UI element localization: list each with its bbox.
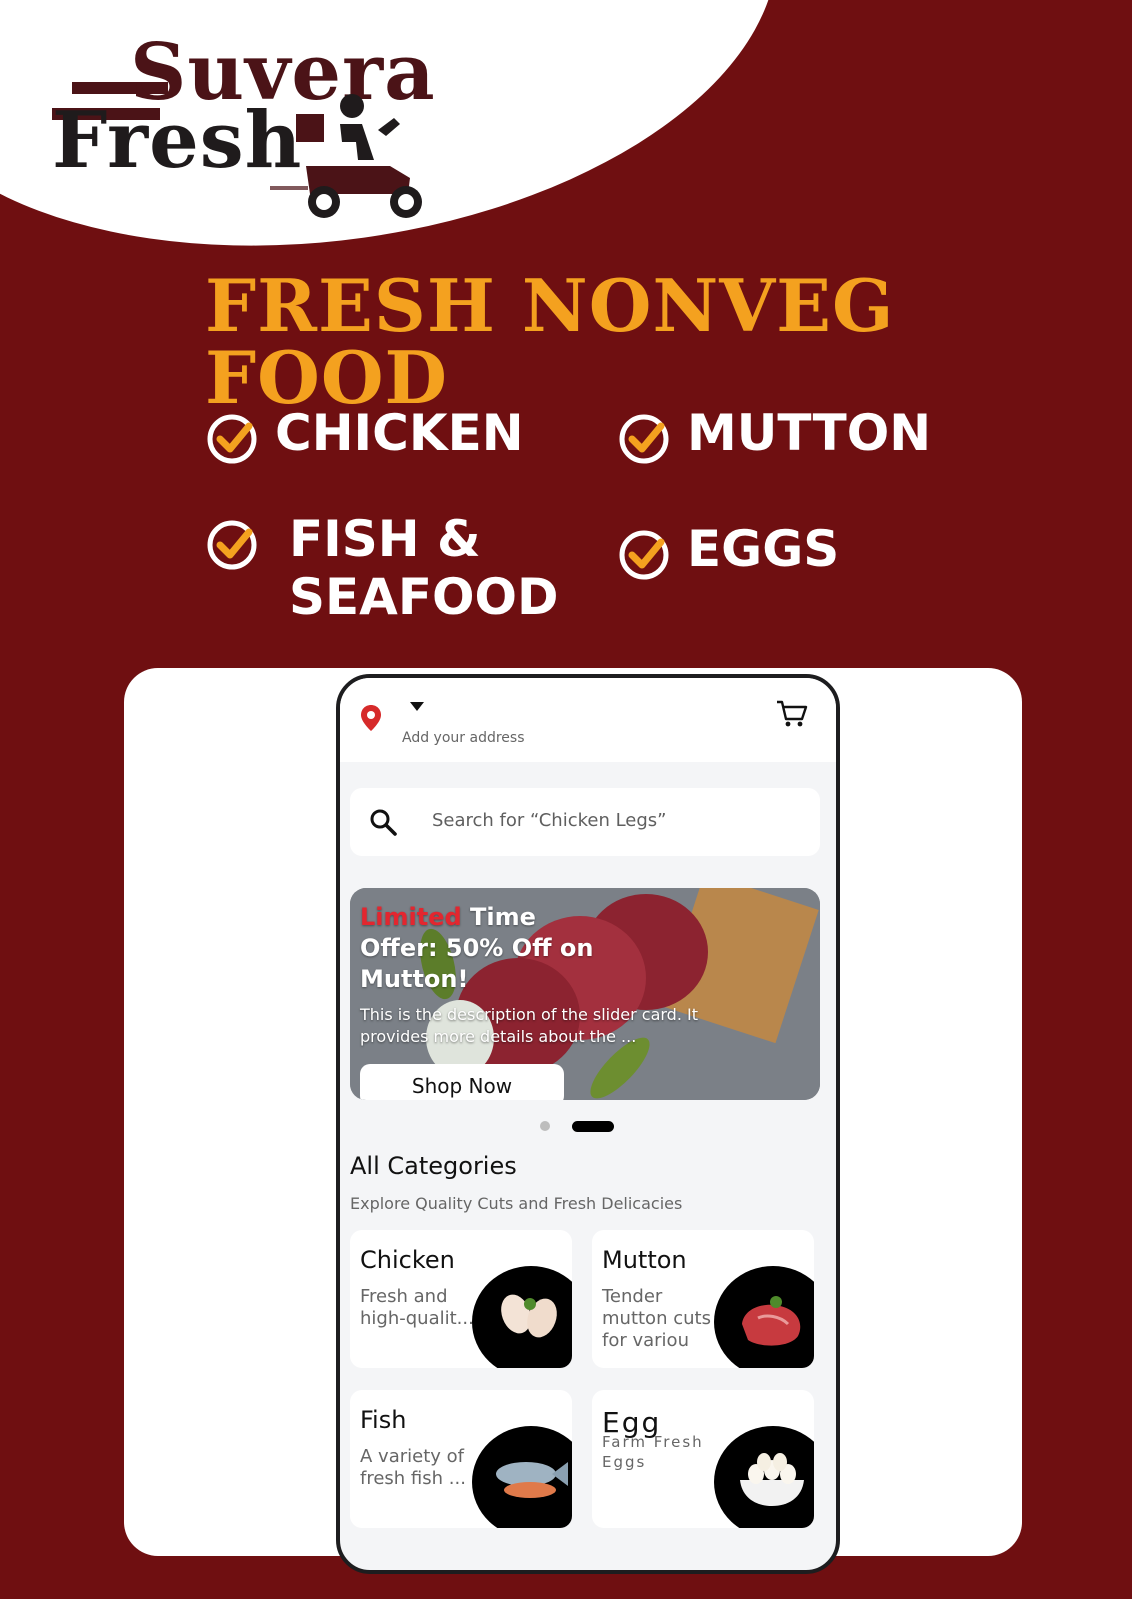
feature-label: SEAFOOD: [289, 568, 559, 626]
category-name: Fish: [360, 1406, 407, 1434]
feature-label: CHICKEN: [275, 404, 524, 462]
category-description: A variety of fresh fish ...: [360, 1446, 466, 1489]
search-icon: [370, 809, 397, 836]
carousel-dot-active[interactable]: [572, 1121, 614, 1132]
chicken-image: [472, 1266, 572, 1368]
category-name: Chicken: [360, 1246, 455, 1274]
category-card-fish[interactable]: Fish A variety of fresh fish ...: [350, 1390, 572, 1528]
banner-description: This is the description of the slider ca…: [360, 1005, 698, 1046]
carousel-dot[interactable]: [540, 1121, 550, 1131]
chevron-down-icon[interactable]: [410, 702, 424, 711]
meat-icon: [742, 1296, 801, 1346]
shop-now-button[interactable]: Shop Now: [360, 1064, 564, 1100]
delivery-scooter-icon: [270, 94, 422, 218]
category-card-chicken[interactable]: Chicken Fresh and high-qualit...: [350, 1230, 572, 1368]
address-bar[interactable]: Add your address: [340, 678, 836, 762]
category-card-egg[interactable]: Egg Farm Fresh Eggs: [592, 1390, 814, 1528]
category-description: Fresh and high-qualit...: [360, 1286, 474, 1329]
categories-subtitle: Explore Quality Cuts and Fresh Delicacie…: [350, 1194, 683, 1213]
check-icon: [619, 530, 669, 580]
banner-title: Limited Time Offer: 50% Off on Mutton!: [360, 902, 600, 995]
brand-logo: Suvera Fresh: [52, 18, 435, 218]
check-icon: [207, 414, 257, 464]
feature-label: MUTTON: [687, 404, 932, 462]
fish-image: [472, 1426, 572, 1528]
chicken-icon: [501, 1294, 557, 1338]
category-description: Farm Fresh Eggs: [602, 1433, 704, 1471]
location-pin-icon[interactable]: [360, 704, 382, 732]
category-card-mutton[interactable]: Mutton Tender mutton cuts for variou: [592, 1230, 814, 1368]
categories-title: All Categories: [350, 1152, 517, 1180]
feature-label: EGGS: [687, 520, 840, 578]
category-description: Tender mutton cuts for variou: [602, 1286, 711, 1351]
brand-name-second: Fresh: [52, 95, 303, 186]
banner-title-accent: Limited: [360, 903, 462, 931]
promo-banner[interactable]: Limited Time Offer: 50% Off on Mutton! T…: [350, 888, 820, 1100]
check-icon: [207, 520, 257, 570]
carousel-indicator[interactable]: [540, 1118, 640, 1132]
cart-icon[interactable]: [776, 700, 808, 728]
address-placeholder[interactable]: Add your address: [402, 730, 525, 746]
egg-image: [714, 1426, 814, 1528]
search-bar[interactable]: Search for “Chicken Legs”: [350, 788, 820, 856]
egg-bowl-icon: [740, 1453, 804, 1506]
check-icon: [619, 414, 669, 464]
phone-frame: Add your address Search for “Chicken Leg…: [336, 674, 840, 1574]
category-name: Mutton: [602, 1246, 687, 1274]
feature-label: FISH &: [289, 510, 481, 568]
mutton-image: [714, 1266, 814, 1368]
headline: FRESH NONVEG FOOD: [205, 263, 895, 420]
search-input[interactable]: Search for “Chicken Legs”: [432, 810, 667, 831]
fish-icon: [496, 1462, 568, 1498]
